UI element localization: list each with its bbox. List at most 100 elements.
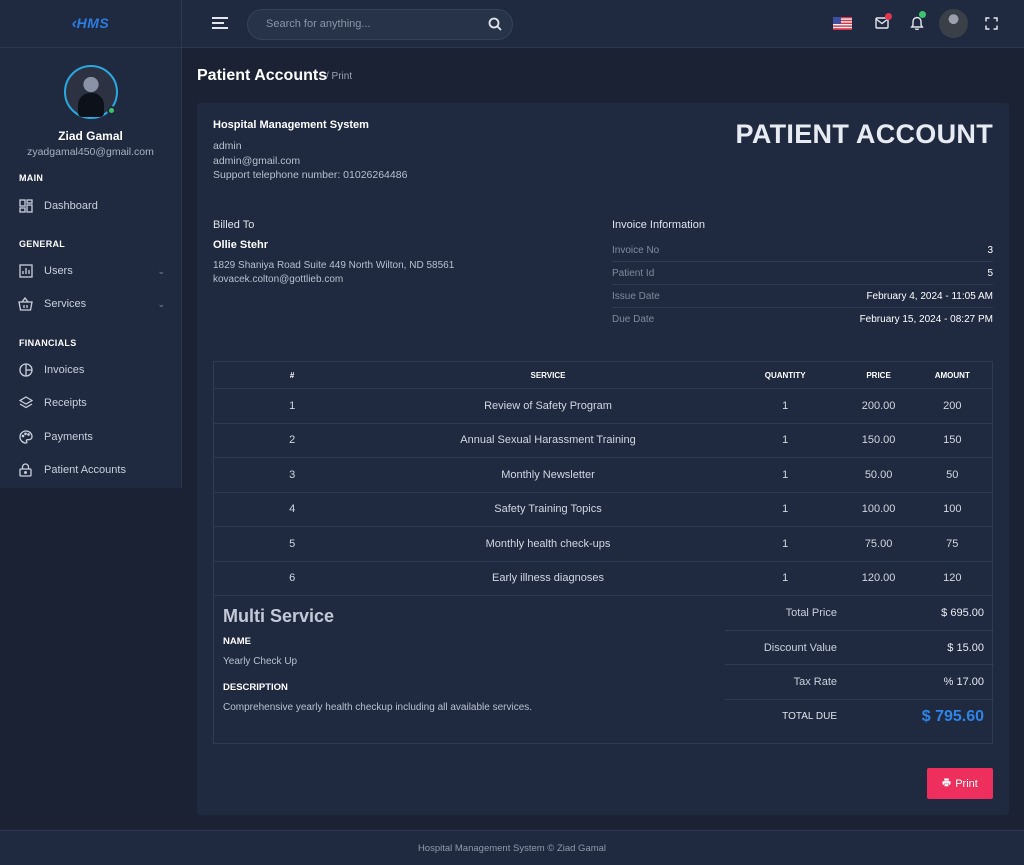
summary-section: Multi Service NAME Yearly Check Up DESCR… [213,596,994,744]
palette-icon [18,430,33,445]
table-cell: 1 [725,423,845,458]
table-cell: 3 [213,457,371,493]
table-cell: 5 [213,526,371,562]
column-header: QUANTITY [725,361,845,389]
sidebar-item-payments[interactable]: Payments [0,427,182,447]
table-cell: Annual Sexual Harassment Training [370,423,726,458]
table-row: 1 Review of Safety Program 1 200.00 200 [213,388,993,424]
top-bar [182,0,1024,48]
footer: Hospital Management System © Ziad Gamal [0,830,1024,865]
sidebar: ‹HMS Ziad Gamal zyadgamal450@gmail.com M… [0,0,182,488]
basket-icon [18,297,33,312]
sidebar-item-label: Receipts [44,397,87,409]
table-cell: 50 [912,457,993,493]
table-cell: 200.00 [844,388,913,424]
total-price-row: Total Price $ 695.00 [725,596,994,631]
table-cell: Safety Training Topics [370,492,726,527]
column-header: AMOUNT [912,361,993,389]
column-header: SERVICE [370,361,726,389]
table-cell: Monthly Newsletter [370,457,726,493]
patient-name: Ollie Stehr [213,239,269,251]
table-row: 6 Early illness diagnoses 1 120.00 120 [213,561,993,596]
description-value: Comprehensive yearly health checkup incl… [223,702,533,713]
total-due-value: $ 795.60 [921,707,984,725]
section-title-financials: FINANCIALS [19,338,77,348]
table-cell: Monthly health check-ups [370,526,726,562]
name-value: Yearly Check Up [223,656,298,667]
us-flag-icon[interactable] [833,17,852,33]
invoice-row-number: Invoice No 3 [612,239,993,262]
user-name: Ziad Gamal [58,129,123,143]
online-status-icon [106,106,116,115]
column-header: PRICE [844,361,913,389]
table-cell: 1 [725,561,845,596]
sidebar-item-label: Patient Accounts [44,464,126,476]
sidebar-item-label: Users [44,265,73,277]
user-profile: Ziad Gamal zyadgamal450@gmail.com [0,48,181,158]
search-input[interactable] [266,18,476,30]
brand-logo[interactable]: ‹HMS [72,15,109,33]
invoice-row-due-date: Due Date February 15, 2024 - 08:27 PM [612,314,993,325]
table-cell: 100.00 [844,492,913,527]
bell-icon[interactable] [910,11,926,33]
table-row: 4 Safety Training Topics 1 100.00 100 [213,492,993,527]
invoice-row-patient-id: Patient Id 5 [612,262,993,285]
name-label: NAME [223,636,251,647]
sidebar-item-patient-accounts[interactable]: Patient Accounts [0,460,182,480]
layers-icon [18,396,33,411]
column-header: # [213,361,371,389]
description-label: DESCRIPTION [223,682,288,693]
mail-icon[interactable] [875,13,892,32]
section-title-general: GENERAL [19,239,66,249]
printer-icon [942,777,951,790]
table-row: 5 Monthly health check-ups 1 75.00 75 [213,526,993,562]
sidebar-item-label: Payments [44,431,93,443]
user-avatar[interactable] [939,9,968,38]
print-label: Print [955,777,978,790]
table-cell: Review of Safety Program [370,388,726,424]
sidebar-item-label: Invoices [44,364,85,376]
search-box [247,9,513,40]
table-cell: 50.00 [844,457,913,493]
section-title-main: MAIN [19,173,44,183]
hospital-email: admin@gmail.com [213,155,301,167]
table-cell: 2 [213,423,371,458]
sidebar-item-label: Dashboard [44,200,98,212]
table-cell: 1 [213,388,371,424]
patient-address: 1829 Shaniya Road Suite 449 North Wilton… [213,260,455,271]
table-cell: 120 [912,561,993,596]
dashboard-icon [18,199,33,214]
table-cell: 1 [725,388,845,424]
sidebar-item-receipts[interactable]: Receipts [0,393,182,413]
patient-email: kovacek.colton@gottlieb.com [213,274,344,285]
breadcrumb: / Print [326,71,353,82]
lock-icon [18,463,33,478]
sidebar-item-invoices[interactable]: Invoices [0,360,182,380]
invoice-info-label: Invoice Information [612,219,705,231]
avatar[interactable] [63,65,118,119]
tax-rate-row: Tax Rate% 17.00 [725,665,994,700]
sidebar-item-dashboard[interactable]: Dashboard [0,196,182,216]
table-cell: 6 [213,561,371,596]
page-title: Patient Accounts [197,67,328,84]
user-email: zyadgamal450@gmail.com [27,146,154,158]
pie-icon [18,363,33,378]
sidebar-item-services[interactable]: Services ⌄ [0,294,182,314]
chart-icon [18,264,33,279]
table-cell: 150.00 [844,423,913,458]
mail-badge [885,13,892,20]
table-cell: 75 [912,526,993,562]
fullscreen-icon[interactable] [985,17,998,33]
table-cell: 4 [213,492,371,527]
table-cell: 75.00 [844,526,913,562]
hospital-name: Hospital Management System [213,119,369,131]
services-table: # SERVICE QUANTITY PRICE AMOUNT 1 Review … [213,361,993,596]
search-icon[interactable] [488,17,502,34]
table-cell: 1 [725,492,845,527]
notification-badge [919,11,926,18]
discount-row: Discount Value $ 15.00 [725,631,994,665]
table-header-row: # SERVICE QUANTITY PRICE AMOUNT [213,361,993,389]
print-button[interactable]: Print [927,768,993,799]
menu-toggle-icon[interactable] [212,17,228,32]
sidebar-item-users[interactable]: Users ⌄ [0,261,182,281]
